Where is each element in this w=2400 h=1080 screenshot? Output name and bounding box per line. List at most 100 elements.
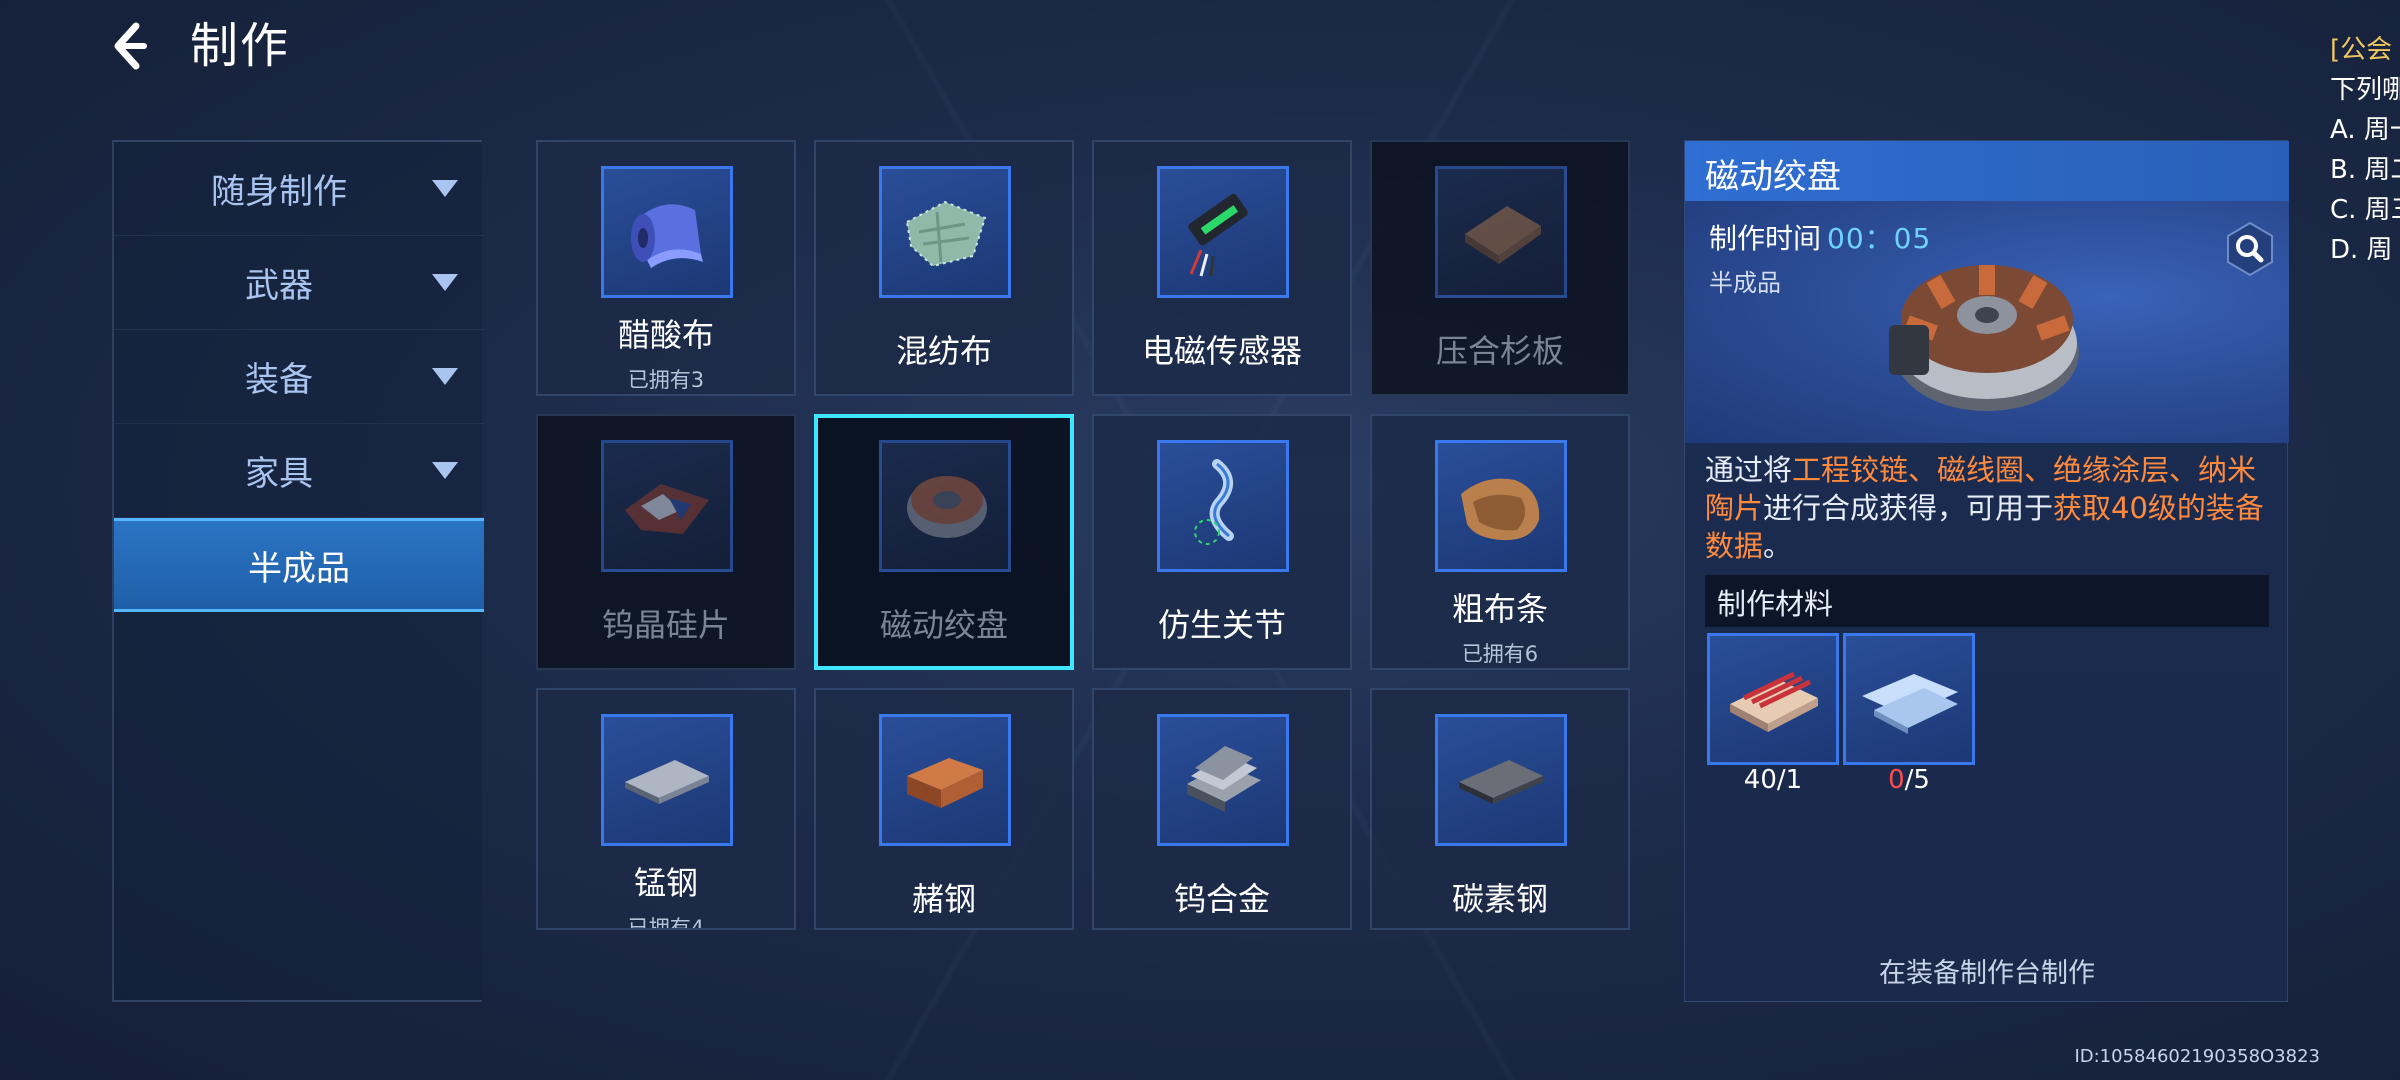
item-name: 锰钢 [633, 864, 698, 902]
item-card-blended-cloth[interactable]: 混纺布 [814, 140, 1074, 396]
item-icon-frame [1157, 166, 1289, 298]
detail-title-bar: 磁动绞盘 [1685, 141, 2289, 201]
detail-title: 磁动绞盘 [1705, 157, 1841, 197]
joint-icon [1194, 459, 1234, 545]
item-icon-frame [601, 440, 733, 572]
category-label: 武器 [245, 266, 313, 306]
item-icon-frame [1435, 714, 1567, 846]
desc-text: 进行合成获得，可用于 [1763, 491, 2054, 525]
item-type-label: 半成品 [1709, 269, 1781, 297]
sensor-icon [1188, 193, 1248, 277]
material-slot-2[interactable] [1843, 633, 1975, 765]
carbon-plate-icon [1459, 760, 1543, 804]
item-icon-frame [879, 440, 1011, 572]
item-card-acetate-cloth[interactable]: 醋酸布 已拥有3 [536, 140, 796, 396]
mesh-fabric-icon [905, 200, 987, 268]
item-icon-frame [1435, 166, 1567, 298]
cloth-strip-icon [1461, 478, 1540, 541]
category-label: 装备 [245, 360, 313, 400]
user-id-label: ID:10584602190358O3823 [2074, 1046, 2320, 1067]
category-item-portable[interactable]: 随身制作 [114, 142, 484, 236]
announcement-line: D. 周 [2330, 235, 2393, 265]
item-detail-panel: 磁动绞盘 制作时间 00：05 半成品 通过将工程铰链、磁线圈、绝缘涂层、纳米陶… [1684, 140, 2289, 1002]
item-name: 压合杉板 [1435, 332, 1564, 370]
fabric-roll-icon [631, 204, 703, 268]
category-item-furniture[interactable]: 家具 [114, 424, 484, 518]
craft-time-label: 制作时间 [1709, 222, 1822, 255]
item-name: 钨合金 [1173, 880, 1270, 918]
wood-board-icon [1465, 206, 1541, 264]
materials-header: 制作材料 [1705, 575, 2269, 627]
item-icon-frame [1435, 440, 1567, 572]
item-card-tungsten-silicon-chip[interactable]: 钨晶硅片 [536, 414, 796, 670]
triangle-down-icon [432, 274, 458, 291]
announcement-line: B. 周二 [2330, 155, 2400, 185]
striped-plate-icon [1730, 671, 1818, 732]
announcement-line: C. 周三 [2330, 195, 2400, 225]
triangle-down-icon [432, 462, 458, 479]
category-label: 随身制作 [211, 172, 347, 212]
category-item-semi-finished[interactable]: 半成品 [114, 518, 484, 612]
announcement-tag: [公会 [2330, 35, 2393, 65]
category-item-weapons[interactable]: 武器 [114, 236, 484, 330]
material-slot-1[interactable] [1707, 633, 1839, 765]
item-owned-count: 已拥有4 [627, 916, 705, 930]
material-need: 5 [1913, 765, 1930, 795]
item-owned-count: 已拥有6 [1461, 642, 1539, 666]
item-name: 粗布条 [1451, 590, 1548, 628]
item-icon-frame [1157, 714, 1289, 846]
item-icon-frame [1157, 440, 1289, 572]
material-have: 0 [1888, 765, 1905, 795]
item-card-bionic-joint[interactable]: 仿生关节 [1092, 414, 1352, 670]
craft-location-hint: 在装备制作台制作 [1879, 958, 2095, 989]
category-label: 半成品 [248, 548, 350, 589]
item-card-pressed-fir-board[interactable]: 压合杉板 [1370, 140, 1630, 396]
item-name: 醋酸布 [617, 316, 714, 354]
item-card-coarse-cloth-strip[interactable]: 粗布条 已拥有6 [1370, 414, 1630, 670]
back-arrow-icon [114, 22, 147, 70]
item-icon-frame [879, 166, 1011, 298]
item-name: 混纺布 [895, 332, 992, 370]
item-name: 钨晶硅片 [601, 606, 730, 644]
item-card-em-sensor[interactable]: 电磁传感器 [1092, 140, 1352, 396]
announcement-line: A. 周一 [2330, 115, 2400, 145]
crystal-chip-icon [625, 484, 709, 534]
back-button[interactable] [96, 14, 160, 78]
item-name: 碳素钢 [1451, 880, 1548, 918]
category-label: 家具 [245, 454, 313, 494]
item-icon-frame [601, 714, 733, 846]
materials-header-label: 制作材料 [1717, 587, 1834, 621]
triangle-down-icon [432, 180, 458, 197]
category-sidebar: 随身制作 武器 装备 家具 半成品 [112, 140, 484, 1002]
page-title: 制作 [190, 18, 291, 74]
item-card-magnetic-winch[interactable]: 磁动绞盘 [814, 414, 1074, 670]
announcement-line: 下列哪 [2330, 75, 2400, 105]
item-name: 电磁传感器 [1141, 332, 1302, 370]
inspect-button[interactable] [2225, 221, 2275, 277]
item-card-ocher-steel[interactable]: 赭钢 [814, 688, 1074, 930]
detail-preview: 制作时间 00：05 半成品 [1685, 201, 2289, 443]
item-name: 赭钢 [911, 880, 976, 918]
item-card-tungsten-alloy[interactable]: 钨合金 [1092, 688, 1352, 930]
item-icon-frame [879, 714, 1011, 846]
item-name: 磁动绞盘 [879, 606, 1008, 644]
material-quantity-1: 40/1 [1743, 765, 1803, 795]
material-need: 1 [1785, 765, 1803, 795]
search-icon [2227, 221, 2273, 277]
category-item-equipment[interactable]: 装备 [114, 330, 484, 424]
announcement-panel[interactable]: [公会 下列哪 A. 周一 B. 周二 C. 周三 D. 周 [2330, 30, 2400, 270]
winch-icon [1889, 265, 2079, 411]
desc-text: 。 [1763, 529, 1793, 563]
item-owned-count: 已拥有3 [627, 368, 705, 392]
triangle-down-icon [432, 368, 458, 385]
item-card-carbon-steel[interactable]: 碳素钢 [1370, 688, 1630, 930]
material-quantity-2: 0/5 [1888, 765, 1930, 795]
item-grid: 醋酸布 已拥有3 混纺布 电磁传感器 压合杉板 钨晶硅片 磁动绞盘 仿生关节 粗… [536, 140, 1630, 930]
desc-text: 通过将 [1705, 453, 1793, 487]
steel-plate-icon [625, 760, 709, 804]
item-description: 通过将工程铰链、磁线圈、绝缘涂层、纳米陶片进行合成获得，可用于获取40级的装备数… [1705, 451, 2275, 565]
copper-ingot-icon [907, 758, 983, 808]
item-card-manganese-steel[interactable]: 锰钢 已拥有4 [536, 688, 796, 930]
item-icon-frame [601, 166, 733, 298]
winch-icon [907, 476, 987, 538]
